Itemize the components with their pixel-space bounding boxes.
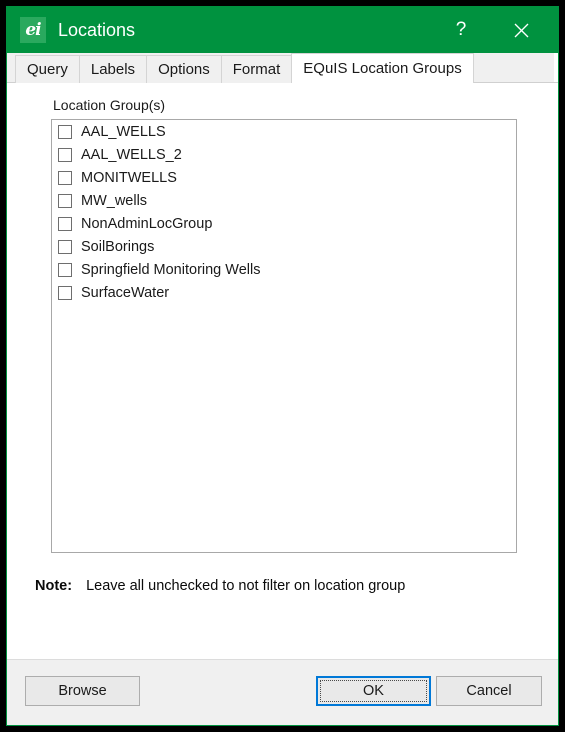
equis-ei-icon: ei (20, 17, 46, 43)
help-button[interactable]: ? (438, 7, 484, 53)
list-item-label: SoilBorings (81, 238, 155, 255)
window-title: Locations (58, 19, 136, 40)
list-item[interactable]: SurfaceWater (52, 281, 516, 304)
checkbox-icon[interactable] (58, 285, 72, 300)
checkbox-icon[interactable] (58, 124, 72, 139)
checkbox-icon[interactable] (58, 262, 72, 277)
list-item[interactable]: MONITWELLS (52, 166, 516, 189)
location-groups-label: Location Group(s) (53, 97, 166, 113)
checkbox-icon[interactable] (58, 239, 72, 254)
note-text: Leave all unchecked to not filter on loc… (86, 578, 406, 594)
dialog-footer: Browse OK Cancel (7, 659, 558, 725)
tab-equis-location-groups[interactable]: EQuIS Location Groups (291, 53, 474, 83)
list-item[interactable]: NonAdminLocGroup (52, 212, 516, 235)
list-item-label: MONITWELLS (81, 169, 177, 186)
tab-format[interactable]: Format (220, 55, 293, 83)
browse-button[interactable]: Browse (25, 676, 140, 706)
list-item[interactable]: AAL_WELLS (52, 120, 516, 143)
note: Note: Leave all unchecked to not filter o… (35, 578, 405, 594)
location-groups-listbox[interactable]: AAL_WELLS AAL_WELLS_2 MONITWELLS MW_well… (51, 119, 517, 553)
locations-dialog: ei Locations ? Query Labels Options Form… (6, 6, 559, 726)
list-item[interactable]: AAL_WELLS_2 (52, 143, 516, 166)
ok-button-label: OK (363, 683, 384, 699)
list-item-label: SurfaceWater (81, 284, 170, 301)
close-icon[interactable] (498, 7, 544, 53)
checkbox-icon[interactable] (58, 170, 72, 185)
checkbox-icon[interactable] (58, 147, 72, 162)
tab-strip: Query Labels Options Format EQuIS Locati… (7, 53, 558, 83)
list-item[interactable]: Springfield Monitoring Wells (52, 258, 516, 281)
ok-button[interactable]: OK (316, 676, 431, 706)
list-item-label: NonAdminLocGroup (81, 215, 213, 232)
list-item-label: AAL_WELLS (81, 123, 166, 140)
tab-options[interactable]: Options (146, 55, 222, 83)
title-bar: ei Locations ? (7, 7, 558, 53)
list-item-label: MW_wells (81, 192, 148, 209)
tab-content-equis-location-groups: Location Group(s) AAL_WELLS AAL_WELLS_2 … (7, 83, 558, 659)
tab-list: Query Labels Options Format EQuIS Locati… (7, 53, 558, 83)
list-item[interactable]: SoilBorings (52, 235, 516, 258)
cancel-button[interactable]: Cancel (436, 676, 542, 706)
tab-labels[interactable]: Labels (78, 55, 148, 83)
tab-query[interactable]: Query (15, 55, 80, 83)
note-label: Note: (35, 578, 73, 594)
list-item-label: AAL_WELLS_2 (81, 146, 182, 163)
checkbox-icon[interactable] (58, 216, 72, 231)
checkbox-icon[interactable] (58, 193, 72, 208)
list-item-label: Springfield Monitoring Wells (81, 261, 261, 278)
list-item[interactable]: MW_wells (52, 189, 516, 212)
